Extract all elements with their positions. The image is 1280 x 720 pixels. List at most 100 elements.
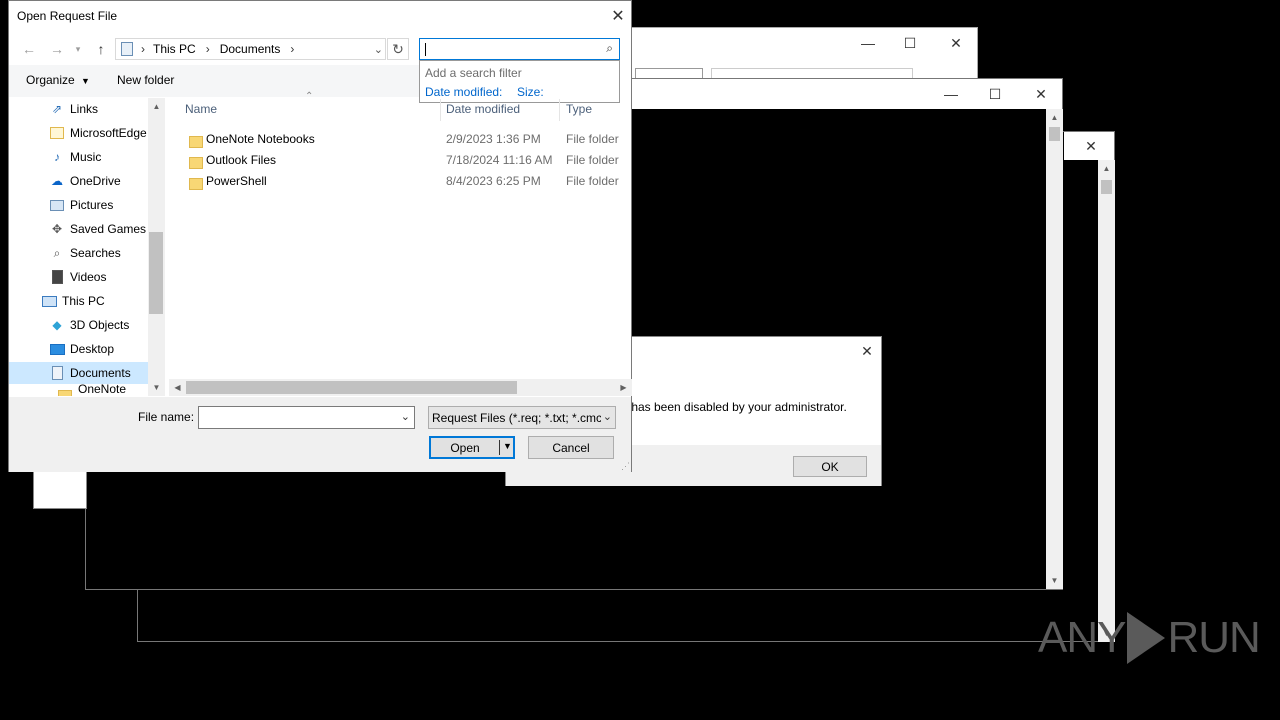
- address-dropdown-icon[interactable]: ⌄: [374, 43, 383, 56]
- pictures-icon: [49, 197, 65, 213]
- window-2-scrollbar[interactable]: ▲ ▼: [1046, 109, 1063, 589]
- column-divider: [440, 99, 441, 121]
- open-label: Open: [450, 440, 480, 455]
- scroll-left-icon[interactable]: ◀: [169, 379, 186, 396]
- tree-item-videos[interactable]: Videos: [9, 266, 148, 288]
- breadcrumb-separator-icon: ›: [141, 42, 145, 56]
- chevron-down-icon: ⌄: [600, 410, 612, 423]
- search-filter-title: Add a search filter: [425, 66, 522, 80]
- file-type: File folder: [566, 132, 619, 146]
- breadcrumb-separator-icon: ›: [290, 42, 295, 56]
- refresh-icon[interactable]: ↻: [387, 38, 409, 60]
- 3d-objects-icon: ◆: [52, 318, 62, 332]
- tree-scrollbar[interactable]: ▲ ▼: [148, 98, 165, 396]
- forward-arrow-icon[interactable]: →: [46, 38, 68, 60]
- filter-size[interactable]: Size:: [517, 85, 544, 99]
- open-file-dialog: Open Request File ✕ ← → ▾ ↑ › This PC › …: [8, 0, 632, 472]
- file-name-label: File name:: [138, 410, 195, 424]
- tree-item-this-pc[interactable]: This PC: [9, 290, 148, 312]
- file-row[interactable]: Outlook Files 7/18/2024 11:16 AM File fo…: [185, 150, 635, 171]
- column-date-modified[interactable]: Date modified: [446, 102, 520, 116]
- organize-button[interactable]: Organize ▼: [26, 73, 90, 87]
- tree-item-searches[interactable]: ⌕ Searches: [9, 242, 148, 264]
- close-icon[interactable]: ✕: [595, 1, 641, 31]
- tree-item-links[interactable]: ⇗ Links: [9, 98, 148, 120]
- scroll-up-icon[interactable]: ▲: [1046, 109, 1063, 126]
- search-caret: [425, 43, 426, 56]
- chevron-down-icon: ▼: [81, 76, 90, 86]
- links-icon: ⇗: [51, 102, 63, 116]
- file-date: 8/4/2023 6:25 PM: [446, 174, 541, 188]
- file-type: File folder: [566, 174, 619, 188]
- resize-grip-icon[interactable]: ⋰: [621, 461, 630, 472]
- address-bar[interactable]: › This PC › Documents › ⌄: [115, 38, 386, 60]
- dialog-title: Open Request File: [17, 9, 118, 23]
- back-arrow-icon[interactable]: ←: [18, 38, 40, 60]
- close-icon[interactable]: ✕: [1068, 132, 1114, 160]
- search-filter-dropdown: Add a search filter Date modified: Size:: [419, 60, 620, 103]
- minimize-icon[interactable]: —: [845, 28, 891, 58]
- videos-icon: [49, 269, 65, 285]
- anyrun-watermark: ANY RUN: [1038, 608, 1261, 668]
- tree-item-3d-objects[interactable]: ◆ 3D Objects: [9, 314, 148, 336]
- file-list-hscrollbar[interactable]: ◀ ▶: [169, 379, 632, 396]
- open-button[interactable]: Open ▼: [429, 436, 515, 459]
- file-type: File folder: [566, 153, 619, 167]
- play-logo-icon: [1127, 612, 1166, 664]
- tree-item-desktop[interactable]: Desktop: [9, 338, 148, 360]
- column-divider: [559, 99, 560, 121]
- watermark-text-left: ANY: [1038, 613, 1126, 662]
- music-icon: ♪: [54, 150, 60, 164]
- scroll-right-icon[interactable]: ▶: [615, 379, 632, 396]
- this-pc-icon: [41, 293, 57, 309]
- watermark-text-right: RUN: [1167, 613, 1260, 662]
- scroll-down-icon[interactable]: ▼: [148, 379, 165, 396]
- folder-icon: [57, 388, 73, 396]
- scroll-thumb[interactable]: [1101, 180, 1112, 194]
- hscroll-thumb[interactable]: [186, 381, 517, 394]
- desktop-icon: [49, 341, 65, 357]
- file-name: PowerShell: [206, 174, 267, 188]
- search-icon[interactable]: ⌕: [606, 41, 613, 56]
- breadcrumb-documents[interactable]: Documents: [220, 42, 281, 56]
- scroll-up-icon[interactable]: ▲: [1098, 160, 1115, 177]
- tree-item-pictures[interactable]: Pictures: [9, 194, 148, 216]
- close-icon[interactable]: ✕: [1018, 79, 1064, 109]
- breadcrumb-this-pc[interactable]: This PC: [153, 42, 196, 56]
- sort-chevron-up-icon: ⌃: [305, 91, 314, 102]
- scroll-thumb[interactable]: [1049, 127, 1060, 141]
- search-input[interactable]: ⌕: [419, 38, 620, 60]
- window-3-scrollbar[interactable]: ▲ ▼: [1098, 160, 1115, 642]
- file-name-input[interactable]: ⌄: [198, 406, 415, 429]
- new-folder-button[interactable]: New folder: [117, 73, 174, 87]
- close-icon[interactable]: ✕: [844, 337, 890, 365]
- scroll-up-icon[interactable]: ▲: [148, 98, 165, 115]
- tree-item-onedrive[interactable]: ☁ OneDrive: [9, 170, 148, 192]
- minimize-icon[interactable]: —: [928, 79, 974, 109]
- tree-item-documents[interactable]: Documents: [9, 362, 148, 384]
- cancel-button[interactable]: Cancel: [528, 436, 614, 459]
- filter-date-modified[interactable]: Date modified:: [425, 85, 502, 99]
- breadcrumb-separator-icon: ›: [205, 42, 210, 56]
- scroll-down-icon[interactable]: ▼: [1046, 572, 1063, 589]
- column-name[interactable]: Name: [185, 102, 217, 116]
- chevron-down-icon[interactable]: ▼: [503, 441, 512, 451]
- up-arrow-icon[interactable]: ↑: [90, 38, 112, 60]
- tree-item-music[interactable]: ♪ Music: [9, 146, 148, 168]
- tree-scroll-thumb[interactable]: [149, 232, 163, 314]
- column-type[interactable]: Type: [566, 102, 592, 116]
- file-row[interactable]: OneNote Notebooks 2/9/2023 1:36 PM File …: [185, 129, 635, 150]
- recent-dropdown-icon[interactable]: ▾: [71, 38, 85, 60]
- file-row[interactable]: PowerShell 8/4/2023 6:25 PM File folder: [185, 171, 635, 192]
- maximize-icon[interactable]: ☐: [887, 28, 933, 58]
- file-name: Outlook Files: [206, 153, 277, 167]
- close-icon[interactable]: ✕: [933, 28, 979, 58]
- tree-item-saved-games[interactable]: ✥ Saved Games: [9, 218, 148, 240]
- tree-item-onenote[interactable]: OneNote Not: [9, 382, 148, 396]
- file-type-select[interactable]: Request Files (*.req; *.txt; *.cmc ⌄: [428, 406, 616, 429]
- tree-item-microsoftedge[interactable]: MicrosoftEdge: [9, 122, 148, 144]
- chevron-down-icon[interactable]: ⌄: [401, 410, 410, 423]
- navigation-pane: ⇗ Links MicrosoftEdge ♪ Music ☁ OneDrive Pi…: [9, 98, 165, 396]
- maximize-icon[interactable]: ☐: [972, 79, 1018, 109]
- ok-button[interactable]: OK: [793, 456, 867, 477]
